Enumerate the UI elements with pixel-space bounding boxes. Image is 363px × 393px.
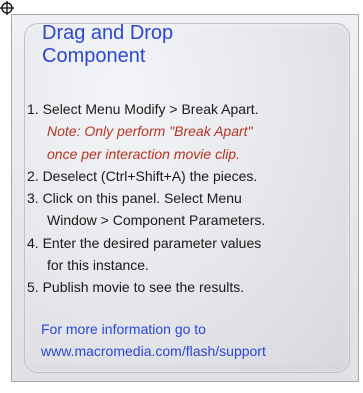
step-1-note-line-2: once per interaction movie clip. <box>47 145 240 162</box>
more-info-text: For more information go to <box>41 321 206 337</box>
step-3-line-2: Window > Component Parameters. <box>47 212 266 229</box>
panel-title: Drag and Drop Component <box>42 22 342 68</box>
panel-title-line-1: Drag and Drop <box>42 22 174 44</box>
more-info-block: For more information go to www.macromedi… <box>41 318 351 362</box>
step-3-line-1: 3. Click on this panel. Select Menu <box>27 190 242 207</box>
step-1-note-line-1: Note: Only perform "Break Apart" <box>47 123 253 140</box>
stage: Drag and Drop Component 1. Select Menu M… <box>0 0 363 393</box>
step-4-line-1: 4. Enter the desired parameter values <box>27 234 262 251</box>
step-2: 2. Deselect (Ctrl+Shift+A) the pieces. <box>27 167 258 184</box>
step-4-line-2: for this instance. <box>47 257 149 274</box>
step-1: 1. Select Menu Modify > Break Apart. <box>27 101 259 117</box>
panel-title-line-2: Component <box>42 45 146 67</box>
step-5: 5. Publish movie to see the results. <box>27 279 245 296</box>
instruction-list: 1. Select Menu Modify > Break Apart. Not… <box>27 98 347 299</box>
support-url-link[interactable]: www.macromedia.com/flash/support <box>41 340 351 362</box>
